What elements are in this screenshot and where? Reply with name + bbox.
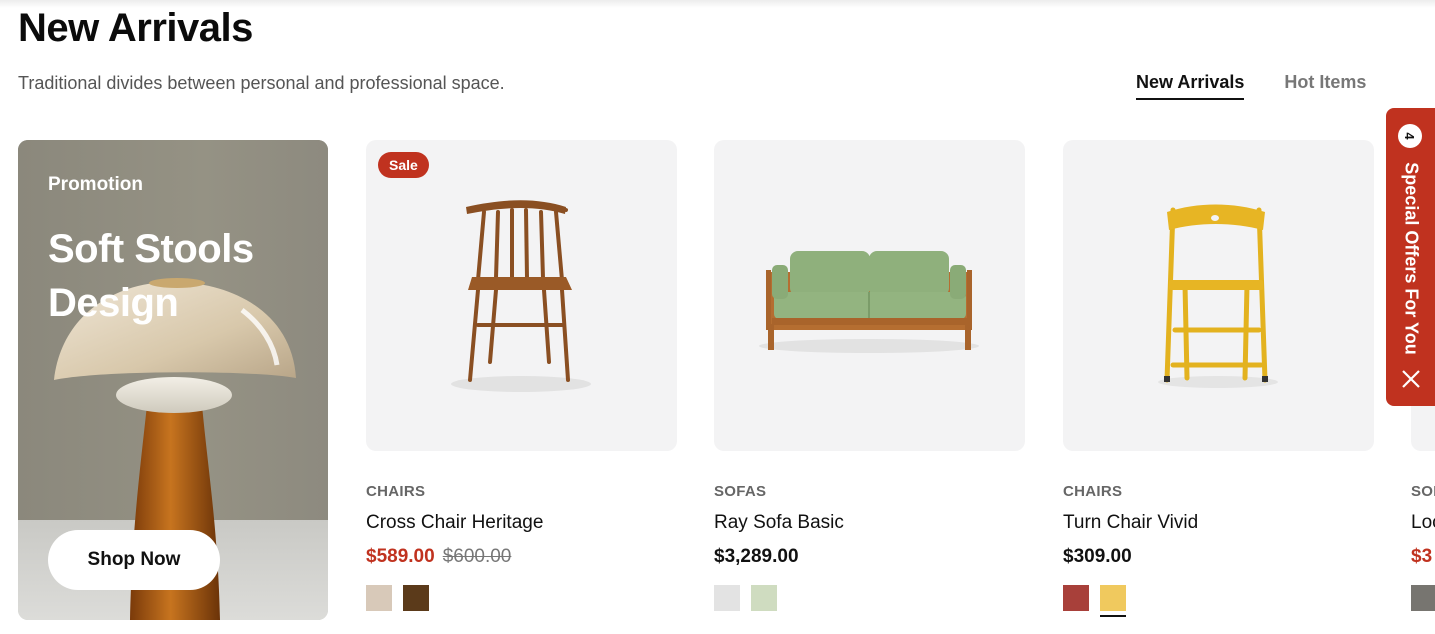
product-category: SOFAS	[714, 483, 767, 500]
product-price-row: $3	[1411, 546, 1435, 568]
product-price: $3	[1411, 546, 1433, 567]
page-subtitle: Traditional divides between personal and…	[18, 73, 505, 93]
wooden-chair-image	[451, 200, 591, 392]
product-category: CHAIRS	[1063, 483, 1123, 500]
product-price: $589.00	[366, 546, 435, 567]
product-price-row: $3,289.00	[714, 546, 1025, 568]
color-swatch-beige[interactable]	[366, 585, 392, 611]
offers-count-badge: 4	[1398, 124, 1422, 148]
special-offers-tab[interactable]: 4 Special Offers For You	[1386, 108, 1435, 406]
product-image[interactable]	[1063, 140, 1374, 451]
page-title: New Arrivals	[18, 6, 253, 50]
sale-badge: Sale	[378, 152, 429, 178]
color-swatch-sage[interactable]	[751, 585, 777, 611]
close-icon[interactable]	[1400, 368, 1422, 390]
promo-title: Soft Stools Design	[48, 227, 254, 325]
product-name[interactable]: Ray Sofa Basic	[714, 512, 1025, 534]
tab-bar: New Arrivals Hot Items	[1136, 72, 1366, 100]
promo-card: Promotion Soft Stools Design Shop Now	[18, 140, 328, 620]
special-offers-label: Special Offers For You	[1401, 161, 1422, 355]
product-price: $3,289.00	[714, 546, 799, 567]
folding-chair-image	[1158, 204, 1278, 388]
product-old-price: $600.00	[442, 546, 512, 567]
sofa-image	[759, 251, 979, 353]
product-card[interactable]: SOFAS Ray Sofa Basic $3,289.00	[714, 140, 1025, 611]
product-name[interactable]: Turn Chair Vivid	[1063, 512, 1374, 534]
tab-hot-items[interactable]: Hot Items	[1284, 72, 1366, 100]
shop-now-button[interactable]: Shop Now	[48, 530, 220, 590]
color-swatches	[714, 585, 1025, 611]
product-card[interactable]: CHAIRS Turn Chair Vivid $309.00	[1063, 140, 1374, 617]
product-name[interactable]: Cross Chair Heritage	[366, 512, 677, 534]
promo-label: Promotion	[48, 174, 143, 195]
color-swatches	[366, 585, 677, 611]
color-swatch-gray[interactable]	[1411, 585, 1435, 611]
color-swatch-brown[interactable]	[403, 585, 429, 611]
product-price: $309.00	[1063, 546, 1132, 567]
color-swatches	[1063, 585, 1374, 617]
special-offers-label-wrap: Special Offers For You	[1389, 158, 1433, 358]
color-swatch-red[interactable]	[1063, 585, 1089, 611]
product-price-row: $589.00 $600.00	[366, 546, 677, 568]
product-category: CHAIRS	[366, 483, 426, 500]
color-swatch-light-gray[interactable]	[714, 585, 740, 611]
product-image[interactable]: Sale	[366, 140, 677, 451]
color-swatches	[1411, 585, 1435, 611]
product-price-row: $309.00	[1063, 546, 1374, 568]
tab-new-arrivals[interactable]: New Arrivals	[1136, 72, 1245, 100]
product-category: SOI	[1411, 483, 1435, 500]
color-swatch-yellow[interactable]	[1100, 585, 1126, 617]
product-card[interactable]: Sale CHAIRS Cross Chair Heritage $589.00…	[366, 140, 677, 611]
product-name[interactable]: Loc	[1411, 512, 1435, 534]
product-image[interactable]	[714, 140, 1025, 451]
